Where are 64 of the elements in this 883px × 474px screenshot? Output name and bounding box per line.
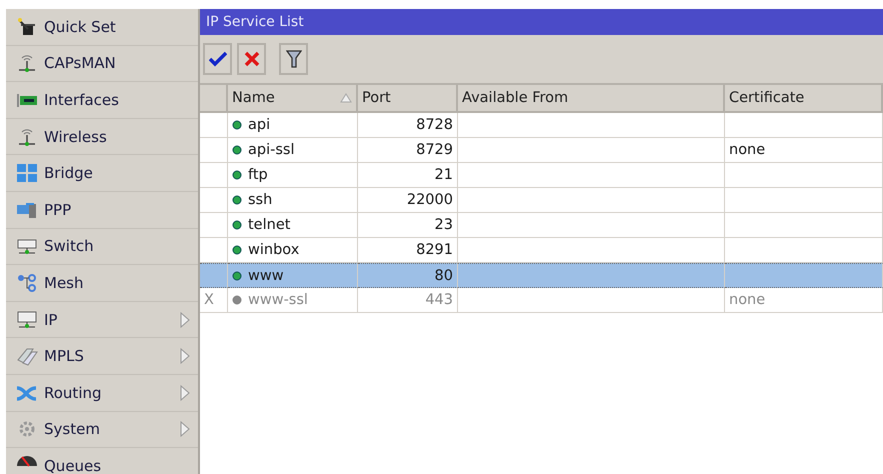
name-cell: www	[228, 263, 358, 288]
menu-item[interactable]: Switch	[6, 228, 198, 266]
menu-item[interactable]: Quick Set	[6, 9, 198, 46]
menu-item[interactable]: MPLS	[6, 338, 198, 375]
gauge-icon	[16, 456, 38, 468]
status-dot-icon	[232, 120, 242, 130]
status-dot-icon	[232, 195, 242, 205]
name-cell: api-ssl	[228, 138, 358, 163]
status-dot-icon	[232, 170, 242, 180]
ip-address-icon	[16, 310, 38, 330]
port-cell: 8729	[358, 138, 458, 163]
name-cell: www-ssl	[228, 288, 358, 313]
funnel-icon	[286, 49, 302, 69]
column-header[interactable]: Port	[358, 85, 458, 113]
certificate-cell: none	[725, 138, 883, 163]
submenu-arrow-icon	[180, 312, 190, 328]
port-cell: 21	[358, 163, 458, 188]
submenu-arrow-icon	[180, 348, 190, 364]
menu-item[interactable]: IP	[6, 302, 198, 338]
menu-item[interactable]: Interfaces	[6, 82, 198, 119]
magic-hat-icon	[16, 16, 38, 37]
name-cell: ftp	[228, 163, 358, 188]
menu-item[interactable]: Mesh	[6, 265, 198, 302]
port-cell: 80	[358, 263, 458, 288]
menu-item[interactable]: PPP	[6, 192, 198, 229]
port-cell: 8291	[358, 238, 458, 263]
port-cell: 8728	[358, 113, 458, 138]
arrows-icon	[16, 163, 38, 184]
tags-icon	[16, 346, 38, 366]
name-cell: api	[228, 113, 358, 138]
certificate-cell: none	[725, 288, 883, 313]
status-dot-icon	[232, 145, 242, 155]
port-cell: 443	[358, 288, 458, 313]
status-dot-icon	[232, 220, 242, 230]
enable-button[interactable]	[203, 43, 232, 75]
port-cell: 23	[358, 213, 458, 238]
column-header[interactable]: Name	[228, 85, 358, 113]
sort-triangle-icon	[340, 93, 352, 103]
submenu-arrow-icon	[180, 384, 190, 401]
flag-cell: X	[200, 288, 228, 313]
name-cell: ssh	[228, 188, 358, 213]
name-cell: winbox	[228, 238, 358, 263]
column-header[interactable]: Certificate	[725, 85, 883, 113]
disable-button[interactable]	[237, 43, 266, 75]
port-cell: 22000	[358, 188, 458, 213]
antenna-icon	[16, 53, 38, 74]
menu-item[interactable]: CAPsMAN	[6, 46, 198, 82]
menu-item[interactable]: Wireless	[6, 118, 198, 156]
nodes-icon	[16, 272, 38, 293]
menu-item[interactable]: System	[6, 412, 198, 448]
column-header[interactable]: Available From	[458, 85, 725, 113]
menu-item[interactable]: Bridge	[6, 155, 198, 192]
window-title: IP Service List	[200, 9, 883, 35]
filter-button[interactable]	[279, 43, 308, 75]
checkmark-icon	[208, 51, 226, 67]
name-cell: telnet	[228, 213, 358, 238]
status-dot-icon	[232, 295, 242, 305]
menu-item[interactable]: Routing	[6, 374, 198, 412]
status-dot-icon	[232, 245, 242, 255]
submenu-arrow-icon	[180, 421, 190, 438]
antenna-icon	[16, 126, 38, 147]
menu-item[interactable]: Queues	[6, 448, 198, 474]
status-dot-icon	[232, 270, 242, 280]
cross-icon	[244, 51, 260, 67]
